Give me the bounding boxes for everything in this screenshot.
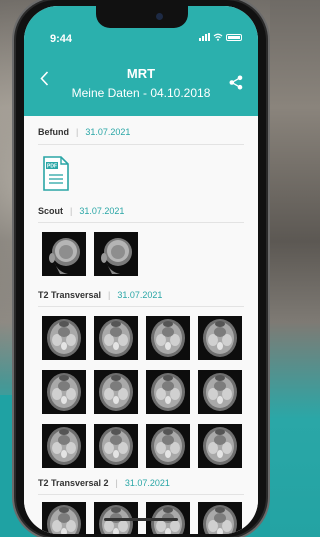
- mri-axial-image[interactable]: [42, 424, 86, 468]
- share-button[interactable]: [229, 75, 243, 95]
- mri-axial-image[interactable]: [146, 424, 190, 468]
- section-name: Scout: [38, 206, 64, 216]
- mri-axial-image[interactable]: [198, 502, 242, 534]
- wifi-icon: [213, 33, 223, 41]
- mri-axial-image[interactable]: [42, 370, 86, 414]
- phone-screen: 9:44 MRT Meine Daten - 04.10.2018 Befund…: [24, 6, 258, 534]
- section-name: T2 Transversal: [38, 290, 102, 300]
- mri-axial-image[interactable]: [146, 316, 190, 360]
- status-time: 9:44: [50, 33, 73, 45]
- mri-axial-image[interactable]: [42, 502, 86, 534]
- section-name: T2 Transversal 2: [38, 478, 109, 488]
- content-list: Befund | 31.07.2021 PDF Scout | 31.07.20…: [24, 116, 258, 534]
- mri-axial-image[interactable]: [146, 370, 190, 414]
- page-title: MRT: [126, 66, 156, 81]
- separator: |: [115, 478, 118, 488]
- mri-axial-image[interactable]: [198, 316, 242, 360]
- camera-icon: [156, 13, 163, 20]
- share-icon: [229, 75, 243, 90]
- divider: [38, 222, 244, 223]
- home-indicator[interactable]: [104, 518, 178, 521]
- scout-image[interactable]: [94, 232, 138, 276]
- status-icons: [199, 33, 242, 41]
- separator: |: [108, 290, 111, 300]
- mri-sagittal-image: [49, 238, 80, 274]
- section-date: 31.07.2021: [117, 290, 163, 300]
- scout-image[interactable]: [42, 232, 86, 276]
- mri-sagittal-image: [101, 238, 132, 274]
- divider: [38, 306, 244, 307]
- phone-notch: [96, 6, 188, 28]
- separator: |: [76, 127, 79, 137]
- section-header-t2-transversal-2: T2 Transversal 2 | 31.07.2021: [24, 474, 254, 492]
- pdf-label: PDF: [47, 164, 57, 170]
- pdf-document-icon: PDF: [43, 156, 69, 191]
- phone-frame: 9:44 MRT Meine Daten - 04.10.2018 Befund…: [16, 0, 266, 537]
- mri-axial-image[interactable]: [94, 370, 138, 414]
- mri-axial-image[interactable]: [198, 370, 242, 414]
- page-subtitle: Meine Daten - 04.10.2018: [71, 86, 211, 100]
- section-header-befund: Befund | 31.07.2021: [24, 123, 254, 141]
- section-date: 31.07.2021: [85, 127, 131, 137]
- section-header-scout: Scout | 31.07.2021: [24, 202, 254, 220]
- mri-axial-image[interactable]: [94, 424, 138, 468]
- mri-axial-image[interactable]: [94, 316, 138, 360]
- mri-axial-image[interactable]: [42, 316, 86, 360]
- section-name: Befund: [38, 127, 69, 137]
- section-date: 31.07.2021: [79, 206, 125, 216]
- section-date: 31.07.2021: [124, 478, 170, 488]
- battery-icon: [226, 33, 242, 41]
- separator: |: [70, 206, 73, 216]
- signal-icon: [199, 33, 210, 41]
- mri-axial-image[interactable]: [198, 424, 242, 468]
- pdf-document-button[interactable]: PDF: [42, 156, 70, 191]
- divider: [38, 494, 244, 495]
- section-header-t2-transversal: T2 Transversal | 31.07.2021: [24, 286, 254, 304]
- divider: [38, 144, 244, 145]
